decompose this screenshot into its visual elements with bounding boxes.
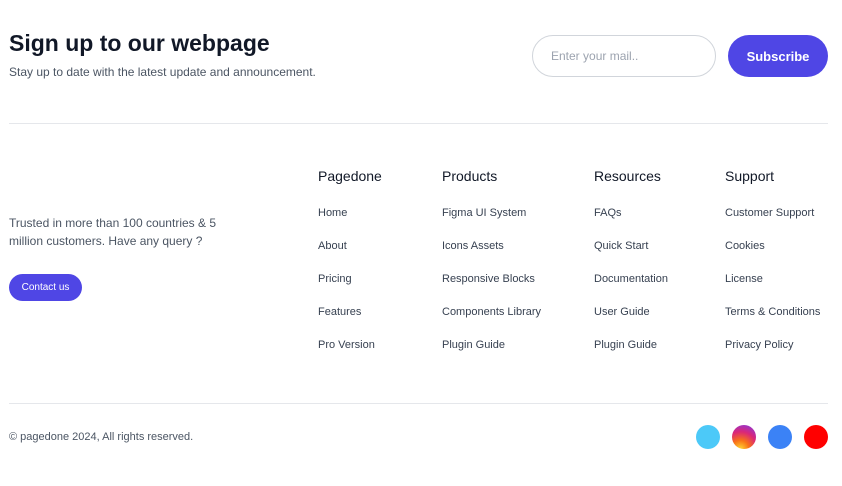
footer-link[interactable]: Components Library bbox=[442, 306, 541, 339]
footer-column-resources: Resources FAQs Quick Start Documentation… bbox=[594, 168, 668, 372]
signup-subtitle: Stay up to date with the latest update a… bbox=[9, 65, 316, 79]
footer-link[interactable]: Figma UI System bbox=[442, 207, 541, 240]
email-input[interactable] bbox=[532, 35, 716, 77]
divider bbox=[9, 123, 828, 124]
column-title: Pagedone bbox=[318, 168, 382, 184]
footer-link[interactable]: User Guide bbox=[594, 306, 668, 339]
footer-link[interactable]: Cookies bbox=[725, 240, 820, 273]
footer-link[interactable]: FAQs bbox=[594, 207, 668, 240]
instagram-icon[interactable] bbox=[732, 425, 756, 449]
column-title: Support bbox=[725, 168, 775, 184]
footer-link[interactable]: Quick Start bbox=[594, 240, 668, 273]
column-title: Products bbox=[442, 168, 498, 184]
contact-us-button[interactable]: Contact us bbox=[9, 274, 82, 301]
youtube-icon[interactable] bbox=[804, 425, 828, 449]
footer-link[interactable]: Customer Support bbox=[725, 207, 820, 240]
footer-column-pagedone: Pagedone Home About Pricing Features Pro… bbox=[318, 168, 382, 372]
footer-link[interactable]: Plugin Guide bbox=[594, 339, 668, 372]
footer-link[interactable]: Terms & Conditions bbox=[725, 306, 820, 339]
footer-link[interactable]: Pro Version bbox=[318, 339, 382, 372]
footer-page: Sign up to our webpage Stay up to date w… bbox=[0, 0, 842, 486]
subscribe-button[interactable]: Subscribe bbox=[728, 35, 828, 77]
footer-link[interactable]: Privacy Policy bbox=[725, 339, 820, 372]
footer-link[interactable]: Home bbox=[318, 207, 382, 240]
twitter-icon[interactable] bbox=[696, 425, 720, 449]
footer-column-products: Products Figma UI System Icons Assets Re… bbox=[442, 168, 541, 372]
footer-link[interactable]: About bbox=[318, 240, 382, 273]
divider bbox=[9, 403, 828, 404]
footer-link[interactable]: Responsive Blocks bbox=[442, 273, 541, 306]
footer-link[interactable]: Icons Assets bbox=[442, 240, 541, 273]
brand-description: Trusted in more than 100 countries & 5 m… bbox=[9, 216, 216, 248]
signup-title: Sign up to our webpage bbox=[9, 30, 270, 56]
copyright-text: © pagedone 2024, All rights reserved. bbox=[9, 431, 194, 443]
footer-link[interactable]: Pricing bbox=[318, 273, 382, 306]
footer-column-support: Support Customer Support Cookies License… bbox=[725, 168, 820, 372]
footer-link[interactable]: Plugin Guide bbox=[442, 339, 541, 372]
footer-link[interactable]: License bbox=[725, 273, 820, 306]
column-title: Resources bbox=[594, 168, 661, 184]
facebook-icon[interactable] bbox=[768, 425, 792, 449]
footer-link[interactable]: Documentation bbox=[594, 273, 668, 306]
footer-link[interactable]: Features bbox=[318, 306, 382, 339]
